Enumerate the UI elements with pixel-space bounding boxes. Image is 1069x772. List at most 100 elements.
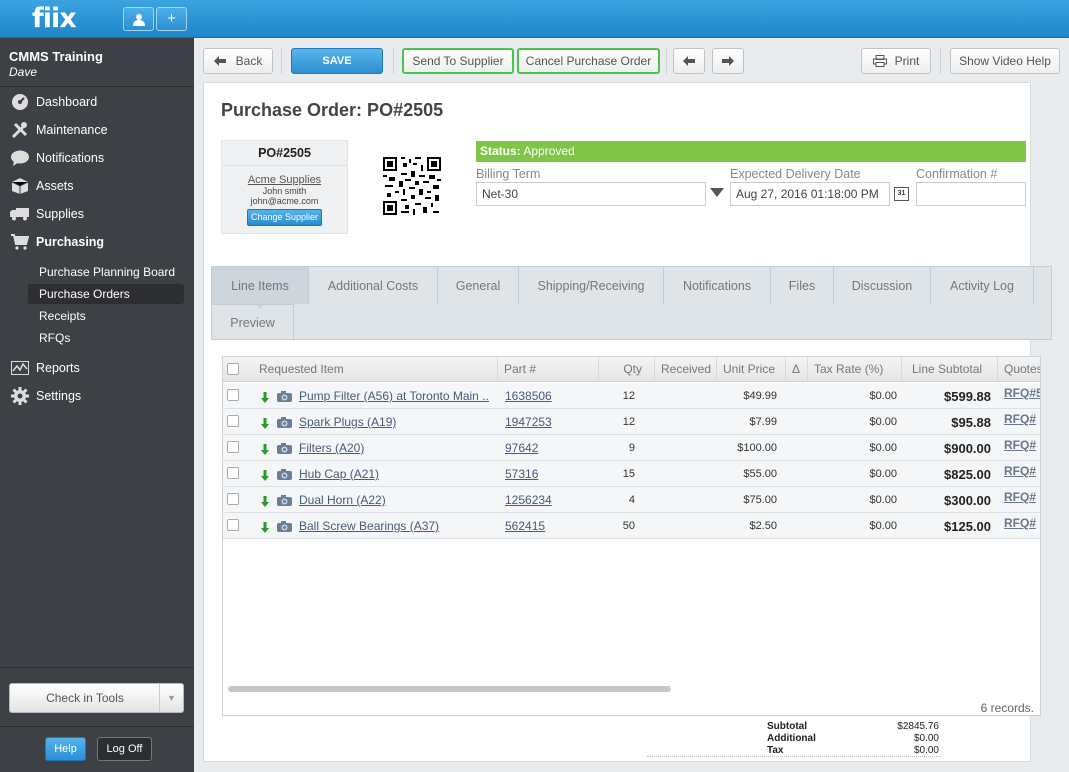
table-row[interactable]: Spark Plugs (A19) 1947253 12 $7.99 $0.00 $95.… (223, 409, 1040, 435)
part-number-link[interactable]: 97642 (505, 441, 538, 455)
requested-item-link[interactable]: Dual Horn (A22) (299, 493, 386, 507)
nav-purchasing[interactable]: Purchasing (10, 232, 104, 252)
nav-label: Dashboard (36, 95, 98, 109)
nav-label: Reports (36, 361, 80, 375)
col-unit-price[interactable]: Unit Price (716, 357, 785, 382)
sub-rfqs[interactable]: RFQs (28, 328, 184, 348)
nav-label: Supplies (36, 207, 84, 221)
part-number-link[interactable]: 1947253 (505, 415, 552, 429)
table-row[interactable]: Pump Filter (A56) at Toronto Main ... 163… (223, 383, 1040, 409)
tax-rate-cell: $0.00 (869, 468, 897, 480)
save-button[interactable]: SAVE (291, 48, 383, 74)
part-number-link[interactable]: 57316 (505, 467, 538, 481)
col-part[interactable]: Part # (497, 357, 598, 382)
tab-files[interactable]: Files (771, 267, 834, 304)
requested-item-link[interactable]: Filters (A20) (299, 441, 364, 455)
nav-assets[interactable]: Assets (10, 176, 74, 196)
back-label: Back (235, 54, 263, 68)
quote-link[interactable]: RFQ# (1004, 516, 1036, 530)
total-value: $0.00 (913, 733, 939, 744)
nav-dashboard[interactable]: Dashboard (10, 92, 97, 112)
check-in-tools-select[interactable]: Check in Tools ▼ (9, 683, 184, 713)
part-number-link[interactable]: 1638506 (505, 389, 552, 403)
back-button[interactable]: Back (203, 48, 273, 74)
row-checkbox[interactable] (227, 467, 239, 479)
tab-shipping-receiving[interactable]: Shipping/Receiving (519, 267, 664, 304)
add-button[interactable]: + (156, 7, 187, 31)
quote-link[interactable]: RFQ# (1004, 464, 1036, 478)
requested-item-link[interactable]: Spark Plugs (A19) (299, 415, 396, 429)
calendar-icon[interactable]: 31 (894, 187, 909, 201)
billing-term-label: Billing Term (476, 167, 541, 181)
show-video-help-button[interactable]: Show Video Help (950, 48, 1060, 74)
log-off-button[interactable]: Log Off (97, 737, 152, 761)
tab-preview[interactable]: Preview (212, 304, 294, 341)
fiix-logo[interactable]: fiix (32, 3, 77, 34)
requested-item-link[interactable]: Hub Cap (A21) (299, 467, 379, 481)
calendar-day: 31 (897, 190, 906, 197)
quote-link[interactable]: RFQ#5 (1004, 386, 1040, 400)
print-button[interactable]: Print (861, 48, 931, 74)
nav-settings[interactable]: Settings (10, 386, 81, 406)
col-requested-item[interactable]: Requested Item (245, 357, 497, 382)
requested-item-link[interactable]: Ball Screw Bearings (A37) (299, 519, 439, 533)
quote-link[interactable]: RFQ# (1004, 490, 1036, 504)
help-button[interactable]: Help (45, 737, 86, 761)
arrow-down-icon (261, 444, 269, 455)
change-supplier-button[interactable]: Change Supplier (247, 209, 322, 226)
confirmation-field[interactable] (916, 182, 1026, 206)
sub-purchase-orders[interactable]: Purchase Orders (28, 284, 184, 304)
table-row[interactable]: Dual Horn (A22) 1256234 4 $75.00 $0.00 $300.0… (223, 487, 1040, 513)
row-checkbox[interactable] (227, 519, 239, 531)
part-number-link[interactable]: 1256234 (505, 493, 552, 507)
row-checkbox[interactable] (227, 441, 239, 453)
tab-line-items[interactable]: Line Items (212, 267, 309, 304)
sub-purchase-planning-board[interactable]: Purchase Planning Board (28, 262, 184, 282)
col-qty[interactable]: Qty (598, 357, 654, 382)
line-subtotal-cell: $95.88 (951, 415, 991, 430)
totals-row: Additional $0.00 (767, 733, 939, 745)
col-tax-rate[interactable]: Tax Rate (%) (807, 357, 901, 382)
nav-maintenance[interactable]: Maintenance (10, 120, 108, 140)
arrow-left-icon (683, 56, 695, 66)
nav-notifications[interactable]: Notifications (10, 148, 104, 168)
row-checkbox[interactable] (227, 493, 239, 505)
cancel-purchase-order-button[interactable]: Cancel Purchase Order (517, 48, 660, 74)
tab-notifications[interactable]: Notifications (664, 267, 771, 304)
col-delta[interactable]: Δ (785, 357, 807, 382)
select-all-checkbox[interactable] (227, 363, 239, 375)
table-row[interactable]: Filters (A20) 97642 9 $100.00 $0.00 $900.00 RF… (223, 435, 1040, 461)
sub-receipts[interactable]: Receipts (28, 306, 184, 326)
tab-general[interactable]: General (438, 267, 519, 304)
chevron-down-icon[interactable]: ▼ (159, 684, 183, 712)
supplier-link[interactable]: Acme Supplies (222, 174, 347, 186)
camera-icon (277, 495, 292, 506)
delivery-date-field[interactable]: Aug 27, 2016 01:18:00 PM (730, 182, 890, 206)
user-button[interactable] (123, 7, 154, 31)
billing-term-field[interactable]: Net-30 (476, 182, 706, 206)
send-to-supplier-button[interactable]: Send To Supplier (402, 48, 514, 74)
tab-activity-log[interactable]: Activity Log (931, 267, 1034, 304)
status-badge: Status: Approved (476, 141, 1026, 162)
col-received[interactable]: Received (654, 357, 716, 382)
horizontal-scrollbar[interactable] (228, 686, 671, 692)
next-record-button[interactable] (712, 48, 744, 74)
tab-discussion[interactable]: Discussion (834, 267, 931, 304)
col-quotes[interactable]: Quotes (997, 357, 1040, 382)
nav-reports[interactable]: Reports (10, 358, 80, 378)
col-line-subtotal[interactable]: Line Subtotal (901, 357, 997, 382)
requested-item-link[interactable]: Pump Filter (A56) at Toronto Main ... (299, 389, 489, 403)
table-row[interactable]: Hub Cap (A21) 57316 15 $55.00 $0.00 $825.00 RF… (223, 461, 1040, 487)
row-checkbox[interactable] (227, 415, 239, 427)
chevron-down-icon[interactable] (710, 188, 724, 197)
nav-supplies[interactable]: Supplies (10, 204, 84, 224)
unit-price-cell: $100.00 (737, 442, 777, 454)
row-checkbox[interactable] (227, 389, 239, 401)
previous-record-button[interactable] (673, 48, 705, 74)
part-number-link[interactable]: 562415 (505, 519, 545, 533)
quote-link[interactable]: RFQ# (1004, 412, 1036, 426)
tab-additional-costs[interactable]: Additional Costs (309, 267, 438, 304)
unit-price-cell: $2.50 (749, 520, 777, 532)
quote-link[interactable]: RFQ# (1004, 438, 1036, 452)
table-row[interactable]: Ball Screw Bearings (A37) 562415 50 $2.50 $0… (223, 513, 1040, 539)
